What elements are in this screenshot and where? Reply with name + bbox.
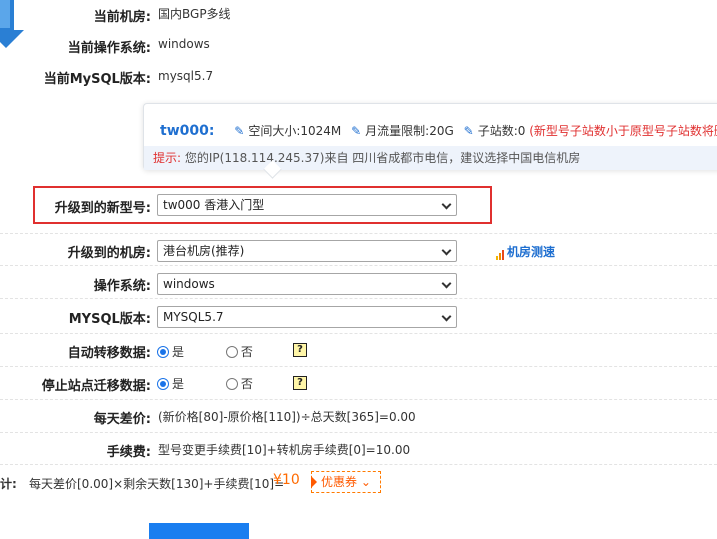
row-divider (0, 333, 717, 334)
fee-value: 型号变更手续费[10]+转机房手续费[0]=10.00 (158, 443, 411, 457)
coupon-button[interactable]: 优惠券 ⌄ (311, 471, 381, 493)
current-os-value: windows (158, 37, 210, 51)
current-mysql-value: mysql5.7 (158, 69, 214, 83)
chevron-down-icon (441, 311, 452, 322)
signal-bars-icon (496, 246, 505, 260)
row-divider (0, 432, 717, 433)
mysql-value: MYSQL5.7 (163, 310, 224, 324)
auto-transfer-radio-group: 是 否 (157, 343, 291, 360)
radio-unchecked-icon[interactable] (225, 346, 238, 358)
hint-label: 提示: (153, 151, 182, 165)
subsite-count: 子站数:0 (477, 124, 526, 138)
new-model-value: tw000 香港入门型 (163, 198, 265, 212)
daily-diff-value: (新价格[80]-原价格[110])÷总天数[365]=0.00 (158, 410, 416, 424)
row-divider (0, 233, 717, 234)
traffic-limit: 月流量限制:20G (365, 124, 454, 138)
current-os-label: 当前操作系统: (67, 41, 151, 56)
help-icon[interactable]: ? (293, 376, 307, 390)
model-info-tooltip: tw000: ✎ 空间大小:1024M ✎ 月流量限制:20G ✎ 子站数:0 (新型… (143, 103, 717, 170)
auto-transfer-no[interactable]: 否 (225, 343, 253, 360)
current-mysql-label: 当前MySQL版本: (43, 72, 151, 87)
total-label: 计: (0, 477, 17, 491)
os-select[interactable]: windows (157, 273, 457, 295)
row-divider (0, 399, 717, 400)
radio-unchecked-icon[interactable] (225, 378, 238, 390)
row-divider (0, 366, 717, 367)
chevron-down-icon (441, 245, 452, 256)
pin-icon: ✎ (351, 124, 362, 138)
space-size: 空间大小:1024M (248, 124, 342, 138)
submit-button[interactable] (149, 523, 249, 539)
no-label: 否 (240, 345, 253, 359)
stop-site-label: 停止站点迁移数据: (41, 379, 151, 394)
pin-icon: ✎ (463, 124, 474, 138)
chevron-down-icon (441, 278, 452, 289)
new-model-select[interactable]: tw000 香港入门型 (157, 194, 457, 216)
os-label: 操作系统: (93, 279, 151, 294)
row-divider (0, 464, 717, 465)
hint-text: 您的IP(118.114.245.37)来自 四川省成都市电信，建议选择中国电信… (184, 151, 581, 165)
radio-checked-icon[interactable] (157, 346, 169, 358)
stop-site-yes[interactable]: 是 (157, 375, 184, 392)
current-room-label: 当前机房: (93, 10, 151, 25)
radio-checked-icon[interactable] (157, 378, 169, 390)
current-room-value: 国内BGP多线 (158, 7, 231, 21)
yes-label: 是 (172, 345, 185, 359)
mysql-label: MYSQL版本: (68, 312, 151, 327)
speed-test-label: 机房测速 (507, 245, 556, 259)
total-price: ¥10 (273, 472, 300, 488)
model-specs: tw000: ✎ 空间大小:1024M ✎ 月流量限制:20G ✎ 子站数:0 (新型… (160, 122, 717, 139)
total-formula: 每天差价[0.00]×剩余天数[130]+手续费[10]= (29, 477, 285, 491)
os-value: windows (163, 277, 215, 291)
row-divider (0, 298, 717, 299)
tooltip-model-name: tw000: (160, 123, 215, 139)
yes-label: 是 (172, 377, 185, 391)
help-icon[interactable]: ? (293, 343, 307, 357)
new-model-label: 升级到的新型号: (54, 201, 151, 216)
arrow-decoration-icon (0, 0, 24, 48)
stop-site-radio-group: 是 否 (157, 375, 291, 392)
new-room-value: 港台机房(推荐) (163, 244, 245, 258)
auto-transfer-yes[interactable]: 是 (157, 343, 184, 360)
chevron-down-icon (441, 199, 452, 210)
pin-icon: ✎ (234, 124, 245, 138)
ip-hint: 提示: 您的IP(118.114.245.37)来自 四川省成都市电信，建议选择… (144, 146, 717, 170)
fee-label: 手续费: (106, 445, 151, 460)
auto-transfer-label: 自动转移数据: (67, 346, 151, 361)
daily-diff-label: 每天差价: (93, 412, 151, 427)
new-room-select[interactable]: 港台机房(推荐) (157, 240, 457, 262)
room-speed-test-link[interactable]: 机房测速 (496, 243, 555, 260)
subsite-warning: (新型号子站数小于原型号子站数将删 (529, 124, 717, 138)
stop-site-no[interactable]: 否 (225, 375, 253, 392)
no-label: 否 (240, 377, 253, 391)
coupon-label: 优惠券 (321, 475, 358, 489)
row-divider (0, 265, 717, 266)
mysql-select[interactable]: MYSQL5.7 (157, 306, 457, 328)
chevron-down-icon: ⌄ (360, 475, 371, 489)
new-room-label: 升级到的机房: (67, 246, 151, 261)
